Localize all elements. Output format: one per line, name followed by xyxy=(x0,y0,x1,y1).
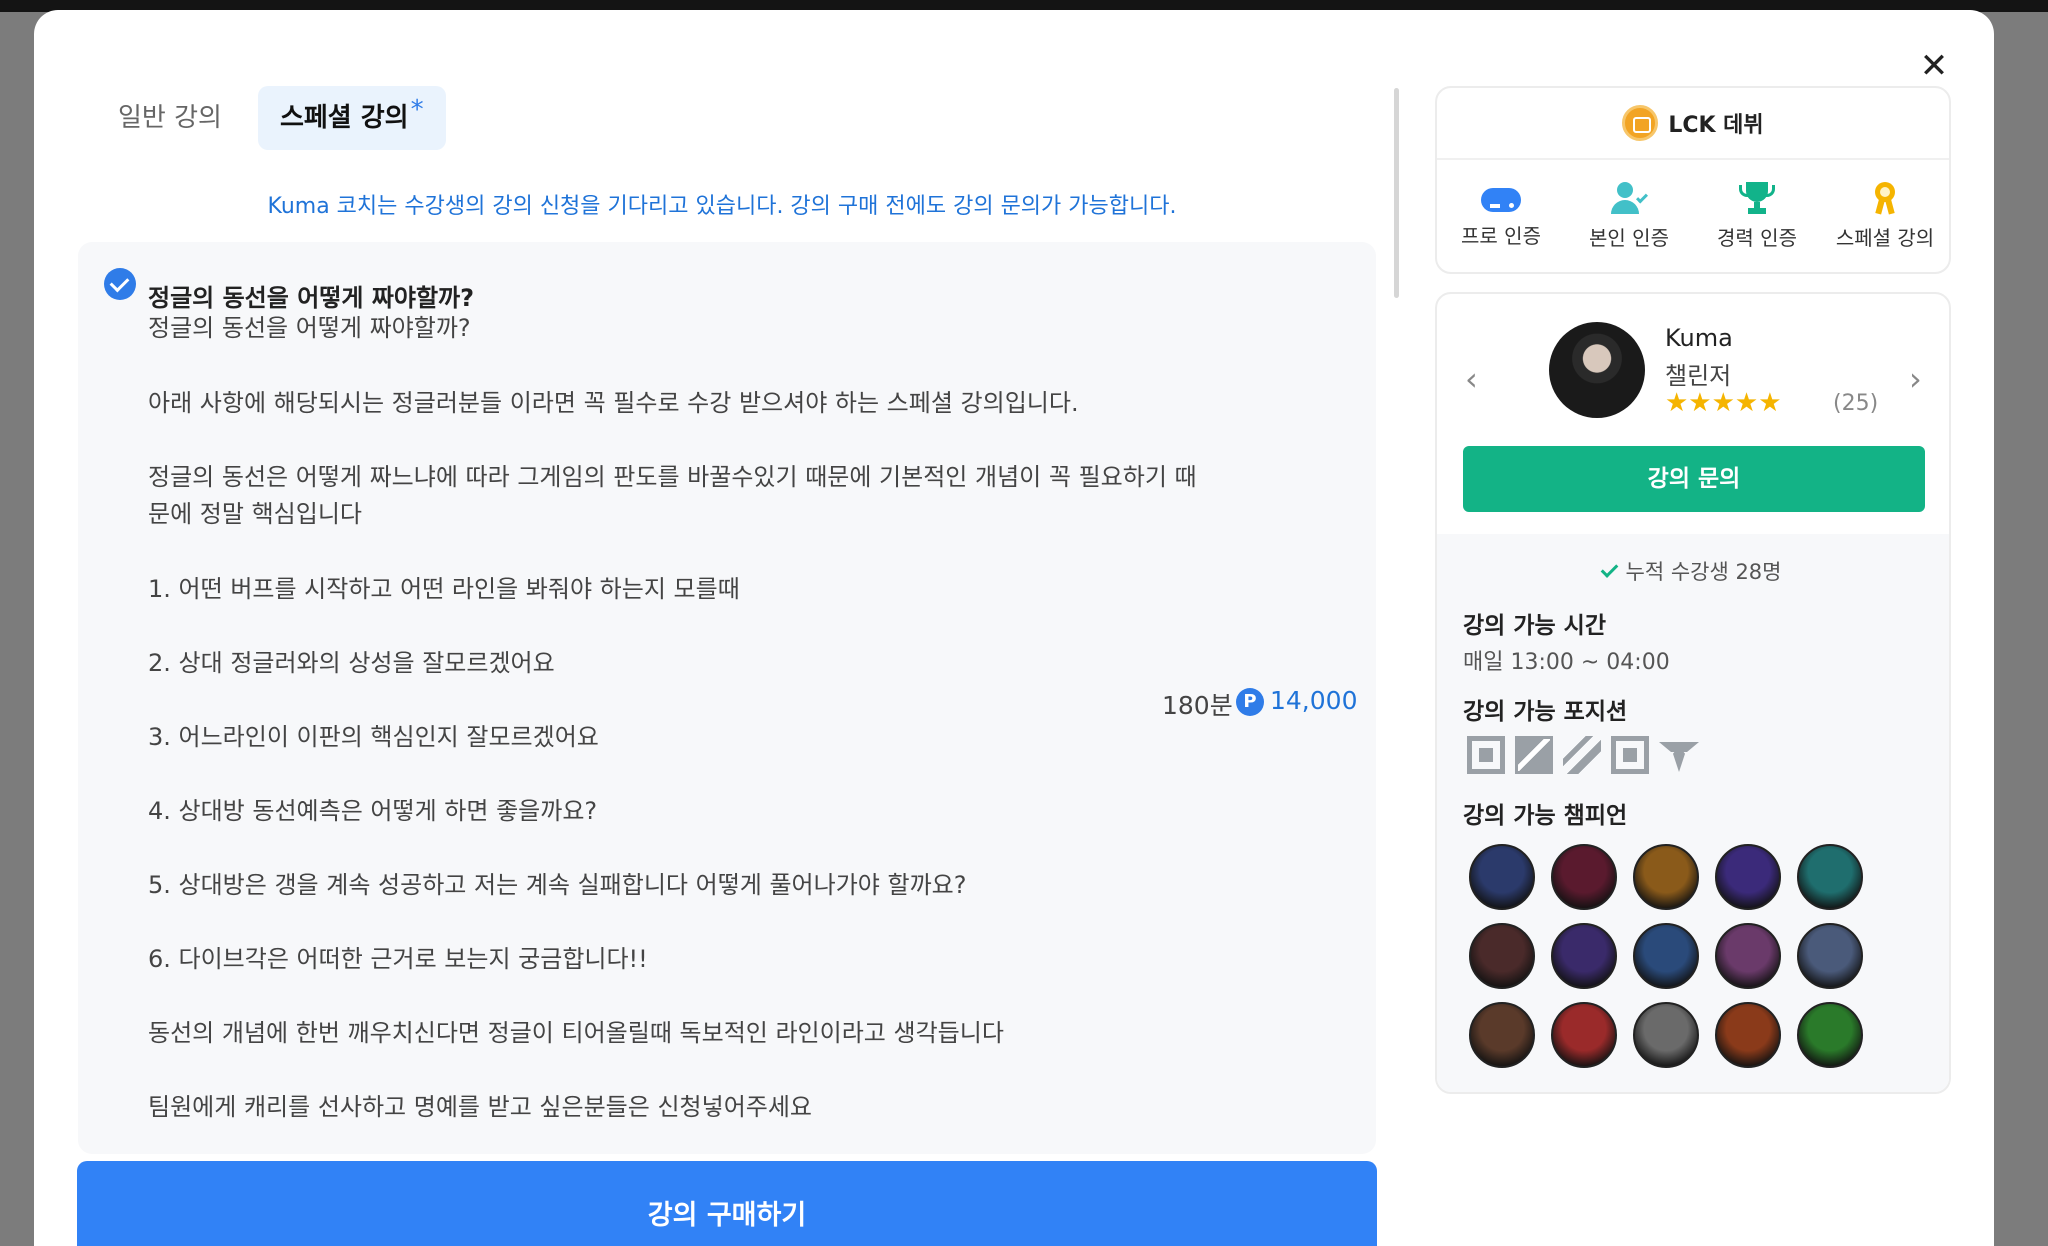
top-lane-icon xyxy=(1467,736,1505,774)
lecture-title: 정글의 동선을 어떻게 짜야할까? xyxy=(148,284,475,312)
schedule-title: 강의 가능 시간 xyxy=(1463,613,1606,639)
trophy-icon xyxy=(1737,182,1777,214)
prev-coach-arrow-icon[interactable]: ‹ xyxy=(1465,360,1478,398)
coach-details: 누적 수강생 28명 강의 가능 시간 매일 13:00 ~ 04:00 강의 … xyxy=(1437,534,1949,1092)
coach-tier: 챌린저 xyxy=(1665,362,1732,390)
next-coach-arrow-icon[interactable]: › xyxy=(1909,360,1922,398)
cert-special-label: 스페셜 강의 xyxy=(1835,226,1935,250)
tab-special-lecture[interactable]: 스페셜 강의* xyxy=(257,86,446,150)
lecture-desc-line: 정글의 동선을 어떻게 짜야할까? xyxy=(148,314,471,342)
check-circle-icon[interactable] xyxy=(104,268,136,300)
lecture-desc-line: 정글의 동선은 어떻게 짜느냐에 따라 그게임의 판도를 바꿀수있기 때문에 기… xyxy=(148,463,1197,528)
champion-portrait[interactable] xyxy=(1715,1002,1781,1068)
champion-portrait[interactable] xyxy=(1633,844,1699,910)
medal-icon xyxy=(1865,182,1905,215)
champion-portrait[interactable] xyxy=(1469,844,1535,910)
lecture-desc-line: 1. 어떤 버프를 시작하고 어떤 라인을 봐줘야 하는지 모를때 xyxy=(148,575,740,603)
champion-portrait[interactable] xyxy=(1797,1002,1863,1068)
champion-portrait[interactable] xyxy=(1633,923,1699,989)
cert-identity: 본인 인증 xyxy=(1569,182,1689,251)
lecture-desc-line: 동선의 개념에 한번 깨우치신다면 정글이 티어올릴때 독보적인 라인이라고 생… xyxy=(148,1019,1004,1047)
lecture-duration: 180분 xyxy=(1162,691,1233,720)
coach-profile-card: ‹ › Kuma 챌린저 ★★★★★ (25) 강의 문의 누적 수강생 28명… xyxy=(1435,292,1951,1094)
point-icon: P xyxy=(1236,688,1264,716)
lck-badge-icon xyxy=(1622,105,1659,141)
cert-special: 스페셜 강의 xyxy=(1825,182,1945,251)
schedule-value: 매일 13:00 ~ 04:00 xyxy=(1463,650,1670,675)
coach-notice: Kuma 코치는 수강생의 강의 신청을 기다리고 있습니다. 강의 구매 전에… xyxy=(267,194,1177,219)
lecture-desc-line: 2. 상대 정글러와의 상성을 잘모르겠어요 xyxy=(148,649,555,677)
lecture-tabs: 일반 강의 스페셜 강의* xyxy=(96,86,446,150)
avatar[interactable] xyxy=(1549,322,1645,418)
cert-pro: 프로 인증 xyxy=(1441,182,1561,251)
cert-identity-label: 본인 인증 xyxy=(1589,226,1669,250)
rating-stars-icon: ★★★★★ xyxy=(1665,388,1782,418)
tab-special-marker: * xyxy=(410,95,424,125)
lecture-desc-line: 5. 상대방은 갱을 계속 성공하고 저는 계속 실패합니다 어떻게 풀어나가야… xyxy=(148,871,967,899)
lecture-modal: ✕ 일반 강의 스페셜 강의* Kuma 코치는 수강생의 강의 신청을 기다리… xyxy=(34,10,1994,1246)
cert-pro-label: 프로 인증 xyxy=(1461,224,1541,248)
cert-career: 경력 인증 xyxy=(1697,182,1817,251)
check-icon xyxy=(1600,560,1618,578)
champion-portrait[interactable] xyxy=(1469,1002,1535,1068)
lecture-desc-line: 6. 다이브각은 어떠한 근거로 보는지 궁금합니다!! xyxy=(148,945,648,973)
certification-list: 프로 인증 본인 인증 경력 인증 스페셜 강의 xyxy=(1437,160,1949,251)
lecture-desc-line: 4. 상대방 동선예측은 어떻게 하면 좋을까요? xyxy=(148,797,598,825)
buy-lecture-button[interactable]: 강의 구매하기 xyxy=(77,1161,1377,1246)
lck-badge: LCK 데뷔 xyxy=(1437,88,1949,160)
coach-certification-card: LCK 데뷔 프로 인증 본인 인증 경력 인증 스페셜 강의 xyxy=(1435,86,1951,274)
rating-count: (25) xyxy=(1833,391,1879,416)
champion-portrait[interactable] xyxy=(1551,923,1617,989)
students-count: 누적 수강생 28명 xyxy=(1437,556,1949,586)
students-count-label: 누적 수강생 28명 xyxy=(1625,560,1782,584)
champion-portrait[interactable] xyxy=(1797,923,1863,989)
champion-portrait[interactable] xyxy=(1633,1002,1699,1068)
lecture-desc-line: 3. 어느라인이 이판의 핵심인지 잘모르겠어요 xyxy=(148,723,599,751)
champion-list xyxy=(1469,844,1863,1068)
bot-lane-icon xyxy=(1611,736,1649,774)
lecture-desc-line: 팀원에게 캐리를 선사하고 명예를 받고 싶은분들은 신청넣어주세요 xyxy=(148,1093,813,1121)
tab-general-lecture[interactable]: 일반 강의 xyxy=(96,86,244,150)
champions-title: 강의 가능 챔피언 xyxy=(1463,803,1628,829)
jungle-lane-icon xyxy=(1515,736,1553,774)
champion-portrait[interactable] xyxy=(1797,844,1863,910)
support-lane-icon xyxy=(1659,736,1699,774)
user-check-icon xyxy=(1609,182,1649,214)
cert-career-label: 경력 인증 xyxy=(1717,226,1797,250)
content-scrollbar[interactable] xyxy=(1394,88,1399,298)
champion-portrait[interactable] xyxy=(1551,1002,1617,1068)
gamepad-icon xyxy=(1481,188,1521,212)
champion-portrait[interactable] xyxy=(1715,844,1781,910)
positions-title: 강의 가능 포지션 xyxy=(1463,699,1628,725)
lecture-desc-line: 아래 사항에 해당되시는 정글러분들 이라면 꼭 필수로 수강 받으셔야 하는 … xyxy=(148,389,1079,417)
champion-portrait[interactable] xyxy=(1551,844,1617,910)
tab-special-label: 스페셜 강의 xyxy=(279,103,409,133)
mid-lane-icon xyxy=(1563,736,1601,774)
champion-portrait[interactable] xyxy=(1469,923,1535,989)
lecture-price: 14,000 xyxy=(1270,686,1358,715)
position-list xyxy=(1467,736,1699,774)
close-icon[interactable]: ✕ xyxy=(1914,46,1954,86)
coach-name: Kuma xyxy=(1665,324,1733,352)
lck-badge-label: LCK 데뷔 xyxy=(1668,113,1764,138)
lecture-inquiry-button[interactable]: 강의 문의 xyxy=(1463,446,1925,512)
champion-portrait[interactable] xyxy=(1715,923,1781,989)
